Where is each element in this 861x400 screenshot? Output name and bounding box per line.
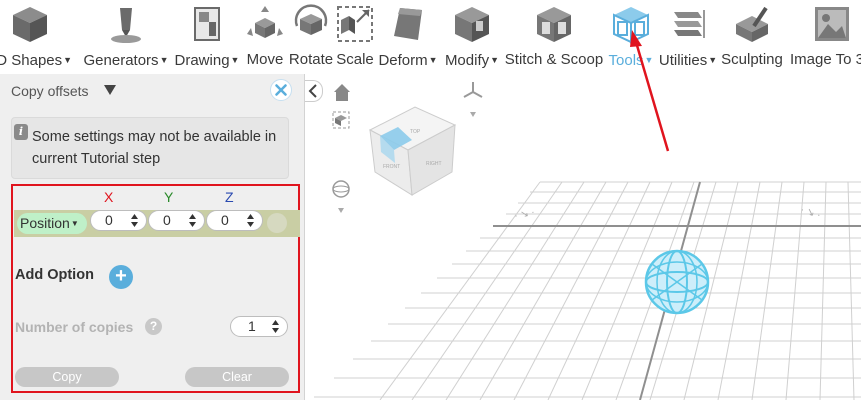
chevron-down-icon: ▼ xyxy=(708,55,718,65)
position-dropdown[interactable]: Position▼ xyxy=(17,213,87,234)
toolbar-deform[interactable]: Deform▼ xyxy=(375,0,441,74)
toolbar-label: Stitch & Scoop xyxy=(504,51,604,68)
info-icon: i xyxy=(14,124,28,140)
ground-grid xyxy=(314,181,861,400)
toolbar-rotate[interactable]: Rotate xyxy=(287,0,335,74)
chevron-down-icon: ▼ xyxy=(644,55,654,65)
3d-viewport[interactable]: · ↘ · · ↘ · TOP FRONT RIGHT xyxy=(305,74,861,400)
position-dropdown-label: Position xyxy=(20,215,70,231)
copy-button[interactable]: Copy xyxy=(15,367,119,387)
stitch-scoop-icon xyxy=(537,7,571,42)
toolbar-stitch-scoop[interactable]: Stitch & Scoop xyxy=(503,0,605,74)
orbit-icon[interactable] xyxy=(332,180,350,213)
home-icon[interactable] xyxy=(334,84,350,101)
modify-icon xyxy=(455,7,489,42)
toolbar-label: Utilities xyxy=(658,52,708,69)
sculpting-icon xyxy=(736,6,768,42)
info-message: Some settings may not be available in cu… xyxy=(32,129,277,167)
main-toolbar: 3D Shapes▼ Generators▼ Drawing▼ Move xyxy=(0,0,861,75)
copy-offsets-panel: Copy offsets i Some settings may not be … xyxy=(0,74,305,400)
zoom-fit-icon[interactable] xyxy=(332,111,350,129)
panel-collapse-icon[interactable] xyxy=(104,85,116,95)
toolbar-label: Move xyxy=(246,51,284,68)
lattice-sphere-mesh[interactable] xyxy=(644,249,710,315)
close-button[interactable] xyxy=(270,79,292,101)
toolbar-3d-shapes[interactable]: 3D Shapes▼ xyxy=(0,0,80,74)
plus-icon: + xyxy=(115,265,127,287)
position-offset-row: Position▼ 0 0 0 xyxy=(14,210,300,237)
chevron-down-icon: ▼ xyxy=(70,219,79,228)
drawing-icon xyxy=(194,7,220,41)
utilities-icon xyxy=(674,10,705,38)
toolbar-label: Deform xyxy=(378,52,428,69)
toolbar-scale[interactable]: Scale xyxy=(335,0,375,74)
view-cube-top-label: TOP xyxy=(410,129,421,135)
cube-icon xyxy=(13,7,47,42)
toolbar-label: Sculpting xyxy=(721,51,783,68)
toolbar-utilities[interactable]: Utilities▼ xyxy=(656,0,720,74)
chevron-down-icon: ▼ xyxy=(159,55,169,65)
panel-title: Copy offsets xyxy=(11,83,89,99)
x-offset-value: 0 xyxy=(105,212,113,228)
number-of-copies-label: Number of copies xyxy=(15,319,134,335)
stepper-arrows-icon[interactable] xyxy=(247,213,254,228)
grid-marker-left: · ↘ · xyxy=(513,207,535,222)
y-offset-stepper[interactable]: 0 xyxy=(148,210,205,231)
chevron-down-icon: ▼ xyxy=(428,55,438,65)
deform-icon xyxy=(394,8,422,40)
axis-label-z: Z xyxy=(225,189,234,205)
panel-toggle-button[interactable] xyxy=(305,80,323,102)
tutorial-info-box: i Some settings may not be available in … xyxy=(11,117,289,179)
grid-marker-right: · ↘ · xyxy=(799,204,822,221)
axis-label-x: X xyxy=(104,189,114,205)
axis-gizmo-icon[interactable] xyxy=(463,82,483,117)
chevron-left-icon xyxy=(308,84,317,98)
scene-svg[interactable]: · ↘ · · ↘ · TOP FRONT RIGHT xyxy=(305,74,861,400)
copies-value: 1 xyxy=(248,318,256,334)
toolbar-label: 3D Shapes xyxy=(0,52,63,69)
toolbar-label: Rotate xyxy=(288,51,334,68)
chevron-down-icon: ▼ xyxy=(490,55,500,65)
toolbar-drawing[interactable]: Drawing▼ xyxy=(172,0,242,74)
help-icon[interactable]: ? xyxy=(145,318,162,335)
tools-icon xyxy=(613,7,649,44)
toolbar-move[interactable]: Move xyxy=(243,0,287,74)
toolbar-label: Modify xyxy=(444,52,490,69)
toolbar-label: Drawing xyxy=(174,52,230,69)
stepper-arrows-icon[interactable] xyxy=(189,213,196,228)
chevron-down-icon: ▼ xyxy=(63,55,73,65)
toolbar-image-to-3d[interactable]: Image To 3D xyxy=(784,0,861,74)
y-offset-value: 0 xyxy=(163,212,171,228)
close-icon xyxy=(275,84,287,96)
axis-label-y: Y xyxy=(164,189,174,205)
toolbar-label: Tools xyxy=(608,52,644,69)
view-cube[interactable]: TOP FRONT RIGHT xyxy=(368,106,457,196)
add-option-button[interactable]: + xyxy=(109,265,133,289)
add-option-label: Add Option xyxy=(15,267,94,283)
view-cube-right-label: RIGHT xyxy=(426,161,442,167)
z-offset-value: 0 xyxy=(221,212,229,228)
rotate-icon xyxy=(294,4,328,35)
image-icon xyxy=(815,7,849,41)
toolbar-sculpting[interactable]: Sculpting xyxy=(720,0,784,74)
stepper-arrows-icon[interactable] xyxy=(131,213,138,228)
z-offset-stepper[interactable]: 0 xyxy=(206,210,263,231)
copies-stepper[interactable]: 1 xyxy=(230,316,288,337)
scale-icon xyxy=(337,6,373,42)
view-cube-front-label: FRONT xyxy=(383,164,400,170)
remove-row-button[interactable] xyxy=(267,213,287,233)
stepper-arrows-icon[interactable] xyxy=(272,319,279,334)
toolbar-label: Scale xyxy=(336,51,374,68)
toolbar-generators[interactable]: Generators▼ xyxy=(81,0,171,74)
generator-icon xyxy=(111,8,141,43)
move-icon xyxy=(247,6,283,38)
x-offset-stepper[interactable]: 0 xyxy=(90,210,147,231)
toolbar-label: Generators xyxy=(83,52,159,69)
chevron-down-icon: ▼ xyxy=(230,55,240,65)
toolbar-tools[interactable]: Tools▼ xyxy=(606,0,656,74)
toolbar-modify[interactable]: Modify▼ xyxy=(441,0,503,74)
toolbar-label: Image To 3D xyxy=(790,51,861,68)
clear-button[interactable]: Clear xyxy=(185,367,289,387)
